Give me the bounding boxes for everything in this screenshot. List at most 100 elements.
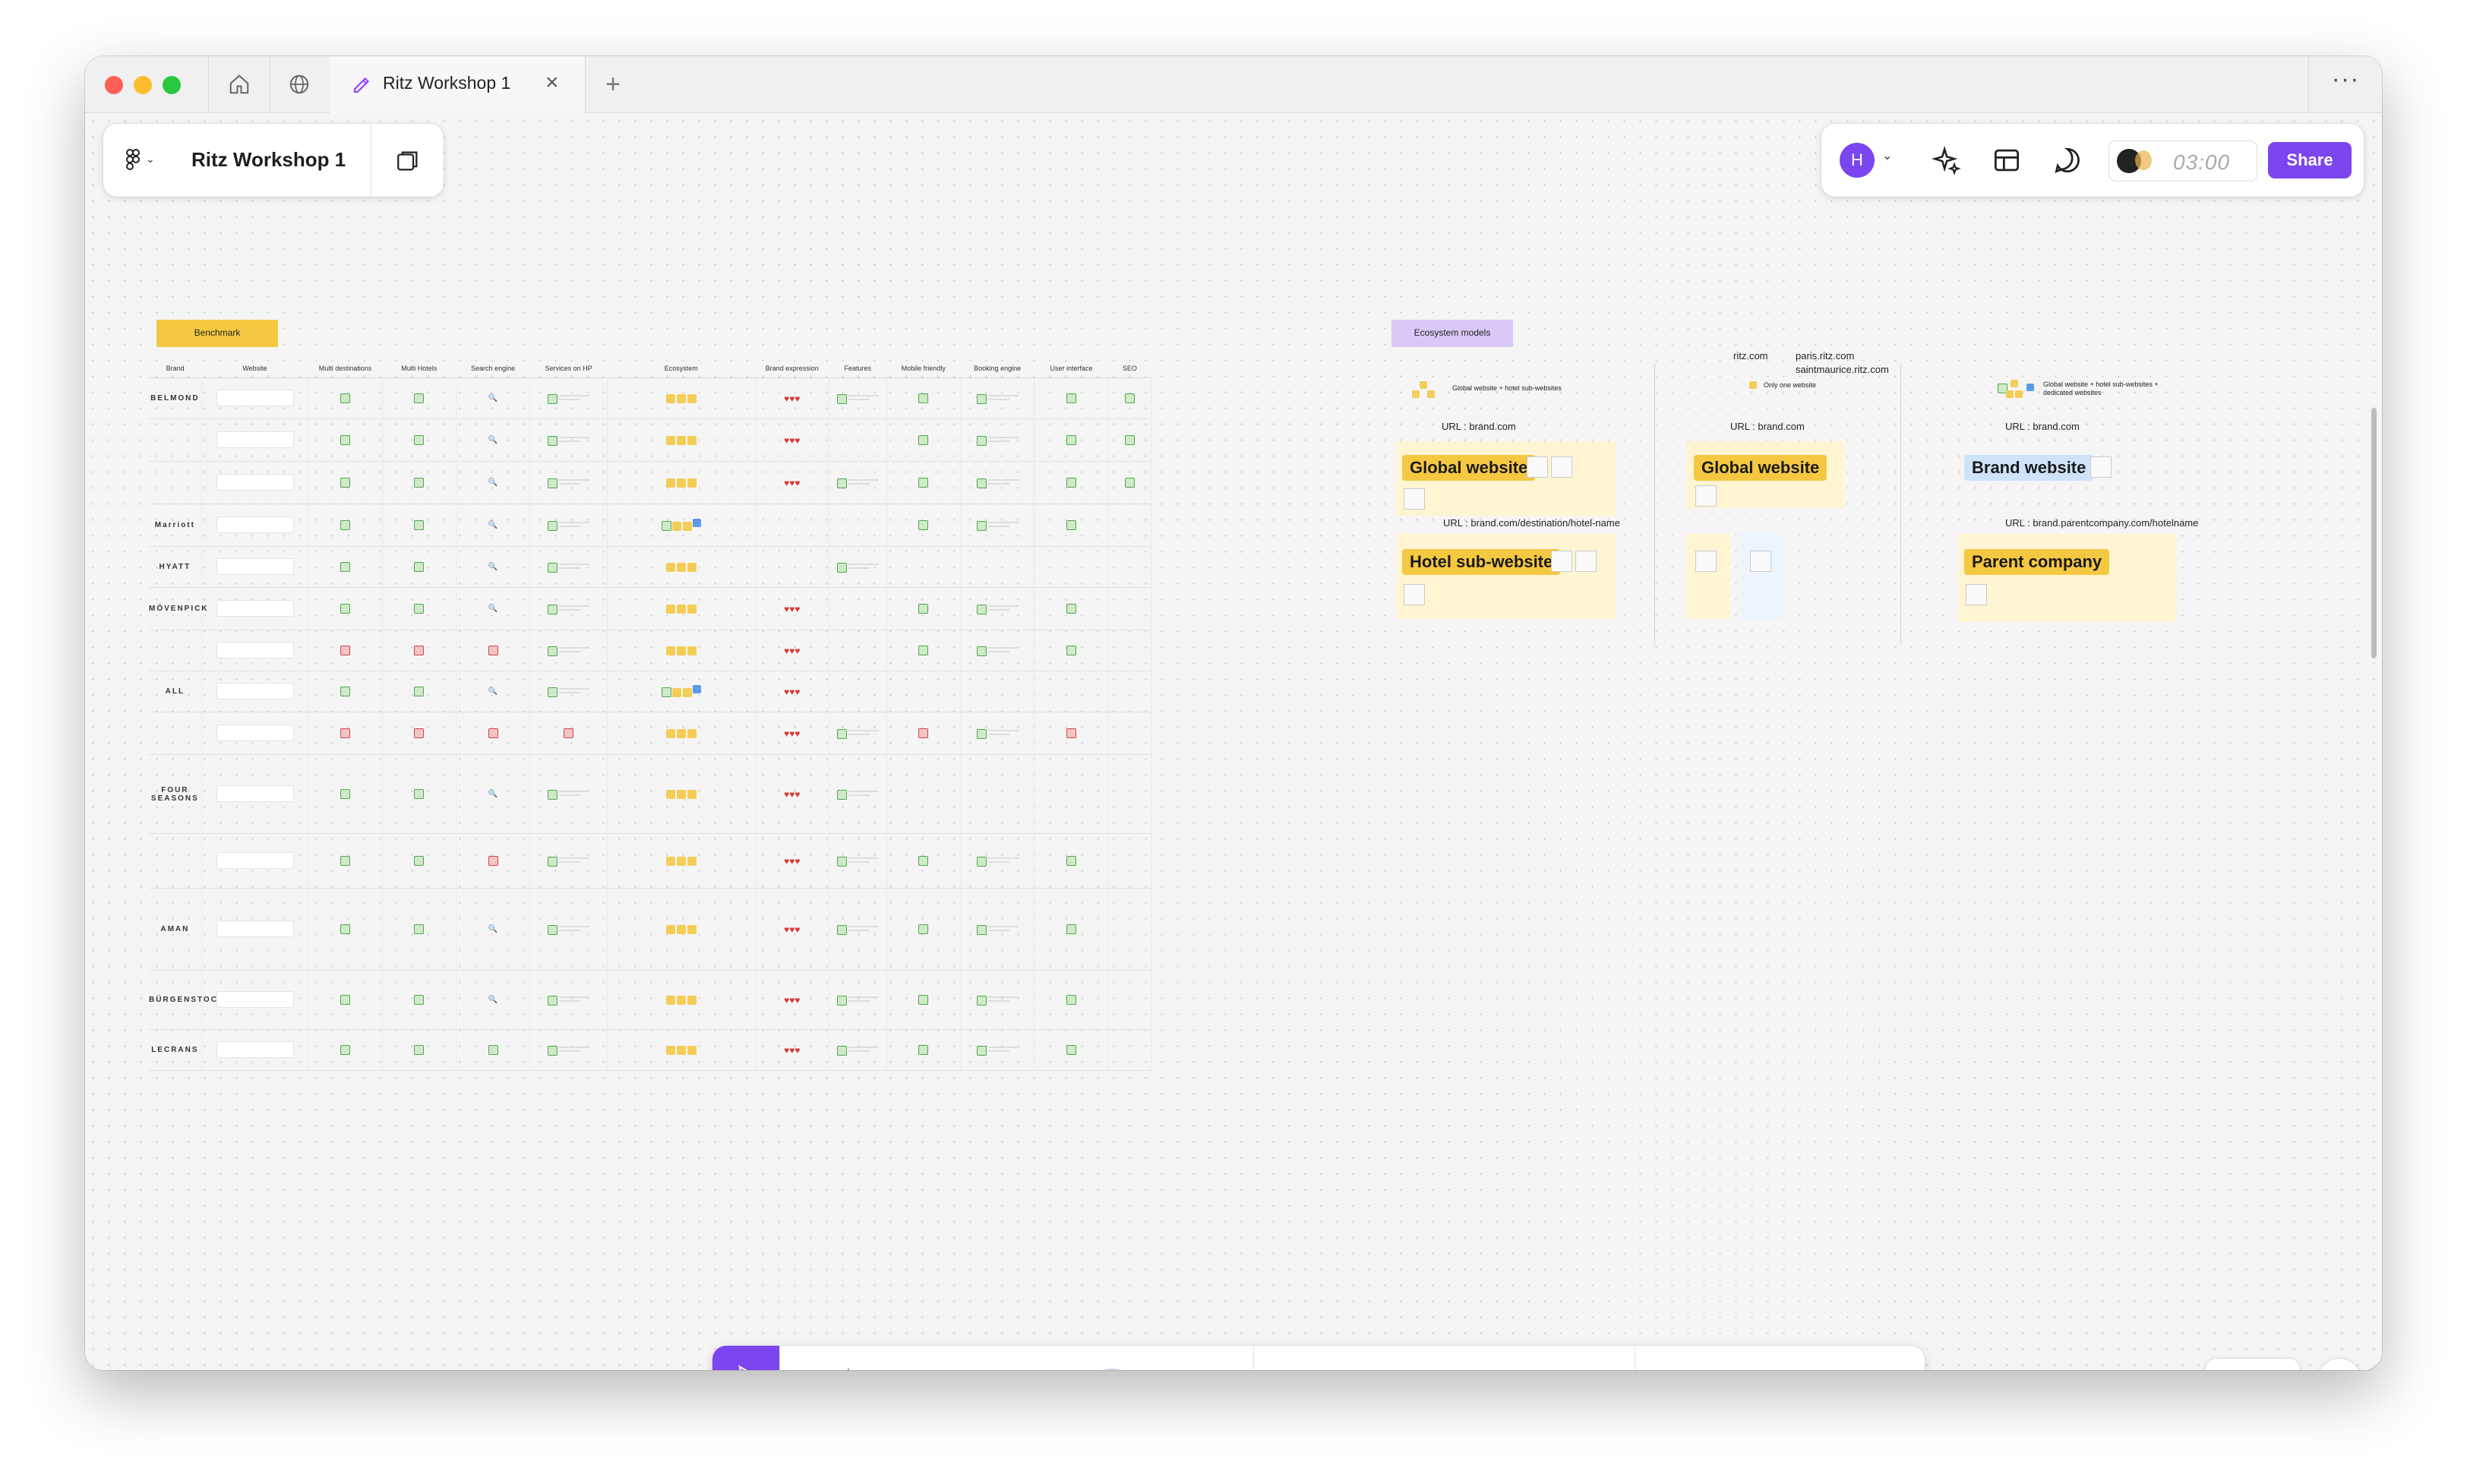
pages-button[interactable] [386,142,428,178]
table-cell [1108,833,1152,889]
check-mark [976,393,987,404]
check-mark [414,562,425,572]
note-text [559,603,590,611]
table-row[interactable]: ♥♥♥ [149,833,1152,889]
ai-button[interactable] [1929,144,1963,177]
pen-tool-button[interactable] [814,1367,883,1370]
shapes-tool-button[interactable] [1085,1369,1214,1370]
website-thumbnail-cell [201,546,309,588]
table-cell [607,418,756,462]
table-row[interactable]: FOUR SEASONS 🔍 ♥♥♥ [149,754,1152,834]
check-mark [548,1045,558,1056]
table-row[interactable]: LECRANS ♥♥♥ [149,1029,1152,1071]
brand-website-chip[interactable]: Brand website [1964,455,2094,481]
table-cell [829,970,887,1030]
table-row[interactable]: ♥♥♥ [149,630,1152,671]
table-cell [382,671,456,712]
check-mark [1124,478,1135,488]
check-mark [340,687,350,696]
zoom-out-button[interactable]: − [2206,1359,2253,1370]
table-cell [607,504,756,547]
note-text [559,477,590,485]
model-url: URL : brand.parentcompany.com/hotelname [2005,517,2199,529]
zoom-window-button[interactable] [163,76,181,94]
table-cell [456,630,531,671]
table-cell [607,754,756,834]
share-button[interactable]: Share [2268,142,2352,178]
table-row[interactable]: BÜRGENSTOCK 🔍 ♥♥♥ [149,970,1152,1030]
chevron-down-icon: ⌄ [146,153,155,165]
tab-ritz-workshop[interactable]: Ritz Workshop 1 × [330,56,586,113]
table-cell [607,546,756,588]
templates-button[interactable] [1990,144,2023,177]
main-menu-button[interactable]: ⌄ [118,142,164,178]
table-cell [1108,587,1152,630]
timer-widget[interactable]: 03:00 [2108,141,2257,182]
table-cell [1034,504,1109,547]
table-row[interactable]: 🔍 ♥♥♥ [149,461,1152,504]
table-row[interactable]: HYATT 🔍 [149,546,1152,588]
table-cell [886,754,961,834]
ecosystem-sticky[interactable]: Ecosystem models [1391,320,1513,347]
ecosystem-block [676,728,686,738]
hotel-sub-website-chip[interactable]: Hotel sub-website [1402,549,1561,575]
table-header-row: Brand Website Multi destinations Multi H… [149,359,1151,378]
whiteboard-canvas[interactable]: ⌄ Ritz Workshop 1 H ⌄ 03:00 Share Benchm… [85,113,2382,1370]
table-row[interactable]: ALL 🔍 ♥♥♥ [149,671,1152,712]
check-mark [548,856,558,867]
home-button[interactable] [208,56,270,112]
chevron-down-icon[interactable]: ⌄ [1882,148,1892,163]
table-cell [607,833,756,889]
table-cell [1034,546,1109,588]
note-text [987,393,1019,401]
table-cell: ♥♥♥ [755,587,829,630]
comments-button[interactable] [2051,144,2084,177]
parent-company-chip[interactable]: Parent company [1964,549,2110,575]
heart-icon: ♥♥♥ [784,788,801,800]
table-row[interactable]: MÖVENPICK 🔍 ♥♥♥ [149,587,1152,630]
benchmark-table[interactable]: Brand Website Multi destinations Multi H… [149,359,1152,1071]
zoom-in-button[interactable]: + [2253,1359,2300,1370]
avatar[interactable]: H [1840,143,1875,178]
close-window-button[interactable] [105,76,123,94]
table-cell [382,461,456,504]
sticky-note-tool-button[interactable] [911,1369,1063,1370]
minimize-window-button[interactable] [134,76,152,94]
top-right-panel: H ⌄ 03:00 Share [1821,124,2364,197]
check-mark [836,856,847,867]
model-url: URL : brand.com [2005,421,2080,432]
community-button[interactable] [269,56,330,112]
table-row[interactable]: Marriott 🔍 [149,504,1152,547]
widgets-button[interactable] [1654,1364,1814,1370]
table-cell [529,1029,608,1071]
file-name[interactable]: Ritz Workshop 1 [191,148,346,172]
move-tool-button[interactable] [712,1346,779,1370]
table-row[interactable]: BELMOND 🔍 ♥♥♥ [149,377,1152,419]
table-row[interactable]: ♥♥♥ [149,712,1152,755]
brand-logo: Marriott [154,521,195,529]
table-row[interactable]: 🔍 ♥♥♥ [149,418,1152,462]
heart-icon: ♥♥♥ [784,477,801,488]
benchmark-sticky[interactable]: Benchmark [156,320,278,347]
more-options-button[interactable]: ··· [2308,56,2382,112]
close-tab-icon[interactable]: × [545,71,559,94]
cross-mark [488,856,498,866]
column-header: SEO [1108,359,1151,378]
table-cell [1034,712,1109,755]
ecosystem-block [676,995,686,1005]
ecosystem-block [676,856,686,866]
heart-icon: ♥♥♥ [784,994,801,1006]
table-cell [308,587,383,630]
global-website-chip[interactable]: Global website [1402,455,1536,481]
check-mark [918,478,929,488]
website-thumbnail-cell [201,1029,309,1071]
global-website-chip[interactable]: Global website [1694,455,1827,481]
help-button[interactable]: ? [2318,1359,2361,1370]
table-cell [1034,833,1109,889]
website-thumbnail [216,473,294,491]
table-row[interactable]: AMAN 🔍 ♥♥♥ [149,888,1152,971]
table-cell [829,630,887,671]
new-tab-button[interactable]: + [594,67,632,102]
table-cell [1108,377,1152,419]
vertical-scrollbar[interactable] [2371,408,2377,658]
